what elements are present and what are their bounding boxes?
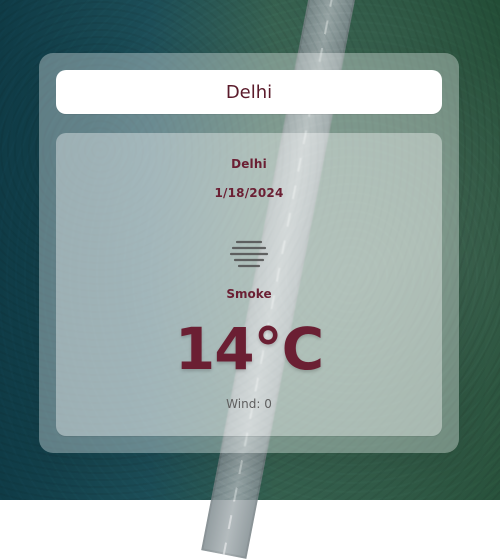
search-input[interactable] bbox=[56, 70, 442, 114]
weather-panel: Delhi 1/18/2024 Smoke 14°C Wind: 0 bbox=[56, 133, 442, 436]
date: 1/18/2024 bbox=[214, 186, 284, 200]
weather-card: Delhi 1/18/2024 Smoke 14°C Wind: 0 bbox=[39, 53, 459, 453]
smoke-icon bbox=[229, 240, 269, 268]
wind-speed: Wind: 0 bbox=[226, 397, 272, 411]
search-bar bbox=[56, 70, 442, 114]
temperature: 14°C bbox=[174, 315, 324, 383]
city-name: Delhi bbox=[231, 157, 267, 171]
weather-condition: Smoke bbox=[226, 287, 272, 301]
